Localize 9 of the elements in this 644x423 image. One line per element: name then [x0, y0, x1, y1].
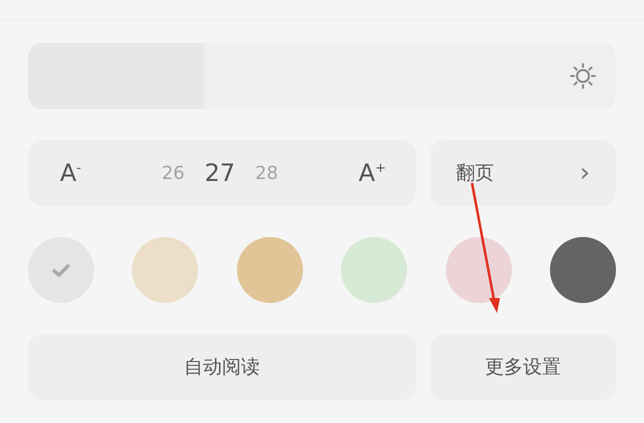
page-turn-button[interactable]: 翻页 ›	[430, 140, 616, 206]
action-button[interactable]: 自动阅读	[28, 334, 416, 400]
action-button[interactable]: 更多设置	[430, 334, 616, 400]
decrease-font-button[interactable]: A$^{-}$	[60, 159, 82, 187]
font-size-option[interactable]: 27	[204, 159, 236, 187]
brightness-slider[interactable]	[28, 43, 616, 109]
check-icon	[51, 262, 71, 278]
brightness-icon	[570, 63, 596, 89]
increase-font-button[interactable]: A$^{+}$	[358, 159, 386, 187]
